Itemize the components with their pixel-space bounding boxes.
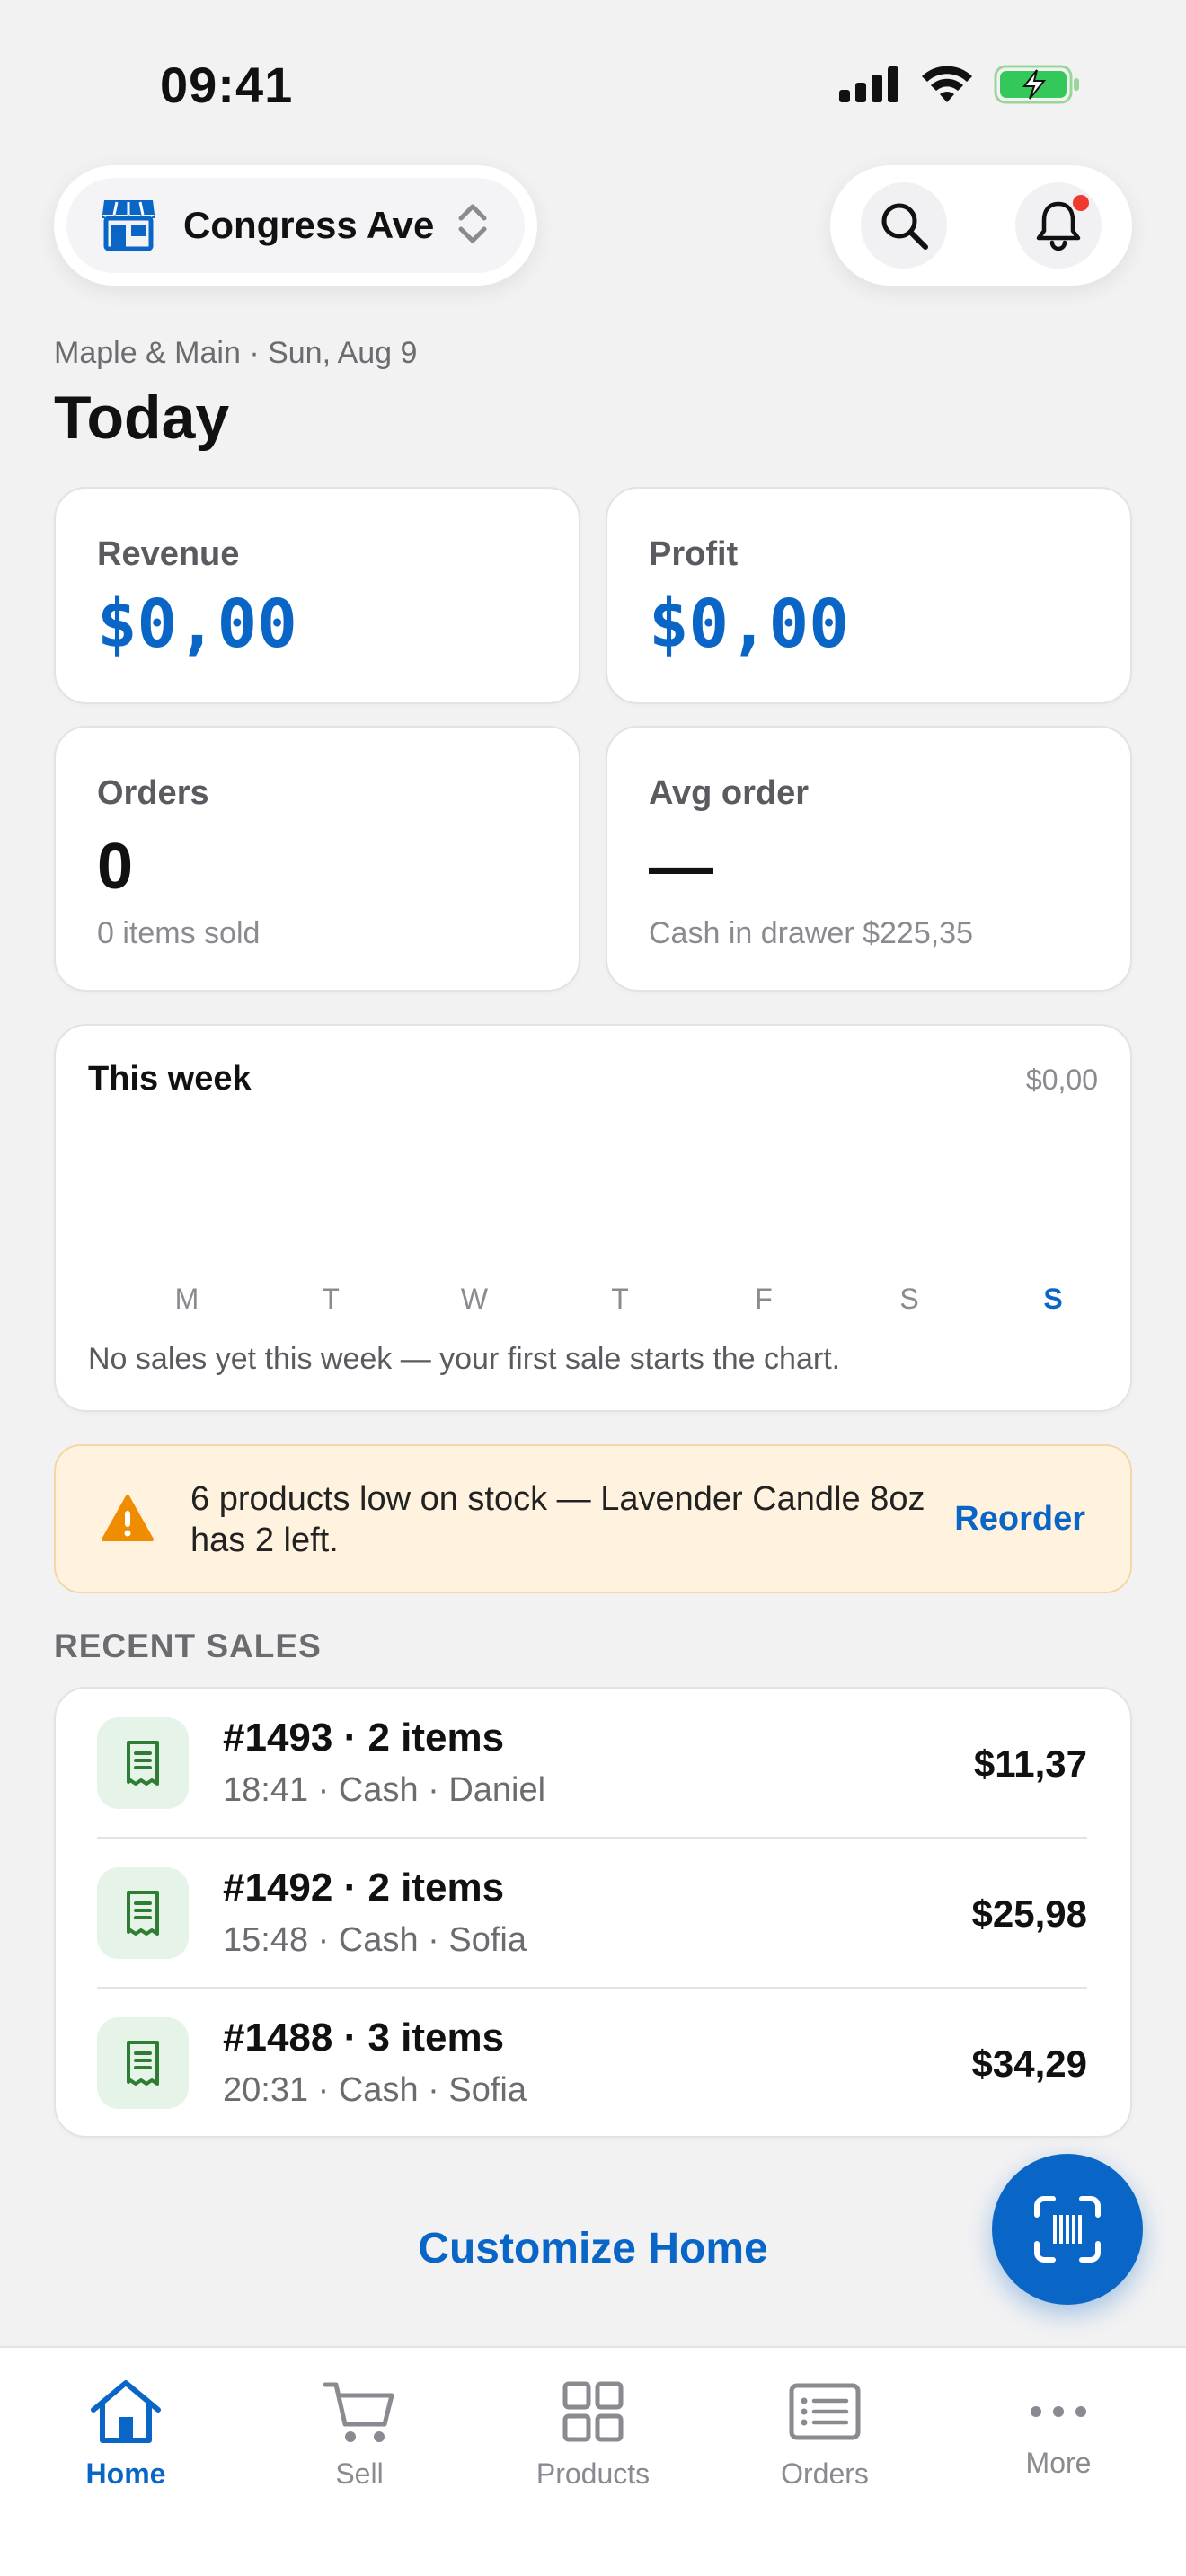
recent-sales-list: #1493 · 2 items 18:41 · Cash · Daniel $1… xyxy=(54,1687,1132,2138)
sale-amount: $34,29 xyxy=(971,2042,1087,2085)
tab-label: Home xyxy=(85,2457,166,2490)
profit-card[interactable]: Profit $0,00 xyxy=(606,487,1132,704)
sale-meta: 20:31 · Cash · Sofia xyxy=(223,2071,527,2109)
grid-icon xyxy=(503,2373,683,2450)
tab-products[interactable]: Products xyxy=(503,2373,683,2491)
profit-value: $0,00 xyxy=(649,586,849,663)
storefront-icon xyxy=(101,197,156,255)
store-name: Congress Ave xyxy=(183,204,435,246)
sale-row[interactable]: #1488 · 3 items 20:31 · Cash · Sofia $34… xyxy=(56,1989,1130,2139)
reorder-button[interactable]: Reorder xyxy=(954,1500,1085,1539)
chevron-updown-icon xyxy=(457,202,488,250)
avg-order-label: Avg order xyxy=(649,774,810,812)
tab-label: Orders xyxy=(781,2457,869,2490)
revenue-card[interactable]: Revenue $0,00 xyxy=(54,487,580,704)
low-stock-alert: 6 products low on stock — Lavender Candl… xyxy=(54,1444,1132,1593)
sale-title: #1488 · 3 items xyxy=(223,2016,505,2060)
revenue-label: Revenue xyxy=(97,535,240,573)
this-week-card[interactable]: This week $0,00 M T W T F S S No sales y… xyxy=(54,1024,1132,1412)
battery-charging-icon xyxy=(994,65,1079,104)
scan-barcode-button[interactable] xyxy=(992,2154,1143,2305)
store-date-subtitle: Maple & Main · Sun, Aug 9 xyxy=(54,336,418,370)
recent-sales-header: RECENT SALES xyxy=(54,1628,322,1664)
status-icons xyxy=(839,65,1080,104)
orders-value: 0 xyxy=(97,831,134,903)
sale-row[interactable]: #1492 · 2 items 15:48 · Cash · Sofia $25… xyxy=(56,1839,1130,1989)
day-label: T xyxy=(611,1283,629,1315)
tab-label: More xyxy=(1025,2447,1092,2479)
day-label: W xyxy=(460,1283,489,1315)
more-icon xyxy=(969,2373,1148,2450)
week-total: $0,00 xyxy=(1025,1063,1098,1096)
orders-label: Orders xyxy=(97,774,209,812)
avg-order-value: — xyxy=(649,831,713,903)
barcode-scan-icon xyxy=(1034,2196,1101,2263)
tab-label: Products xyxy=(535,2457,651,2490)
receipt-icon xyxy=(97,1717,189,1809)
tab-sell[interactable]: Sell xyxy=(270,2373,449,2491)
signal-icon xyxy=(839,66,898,102)
revenue-value: $0,00 xyxy=(97,586,297,663)
week-empty-message: No sales yet this week — your first sale… xyxy=(88,1342,841,1376)
sale-title: #1493 · 2 items xyxy=(223,1716,505,1760)
orders-card[interactable]: Orders 0 0 items sold xyxy=(54,726,580,992)
orders-note: 0 items sold xyxy=(97,916,261,950)
day-label: T xyxy=(322,1283,340,1315)
day-label-today: S xyxy=(1043,1283,1063,1315)
warning-icon xyxy=(102,1495,154,1541)
sale-amount: $11,37 xyxy=(973,1742,1087,1785)
sale-row[interactable]: #1493 · 2 items 18:41 · Cash · Daniel $1… xyxy=(56,1689,1130,1839)
list-icon xyxy=(735,2373,915,2450)
home-icon xyxy=(36,2373,216,2450)
week-title: This week xyxy=(88,1060,252,1098)
day-label: F xyxy=(755,1283,773,1315)
day-label: S xyxy=(899,1283,919,1315)
search-button[interactable] xyxy=(861,182,947,269)
store-selector[interactable]: Congress Ave xyxy=(54,165,537,286)
sale-meta: 15:48 · Cash · Sofia xyxy=(223,1921,527,1959)
header-actions xyxy=(830,165,1132,286)
tab-home[interactable]: Home xyxy=(36,2373,216,2491)
receipt-icon xyxy=(97,2017,189,2109)
notifications-button[interactable] xyxy=(1015,182,1102,269)
low-stock-message: 6 products low on stock — Lavender Candl… xyxy=(190,1480,925,1559)
search-icon xyxy=(881,203,928,250)
receipt-icon xyxy=(97,1867,189,1959)
tab-orders[interactable]: Orders xyxy=(735,2373,915,2491)
tab-label: Sell xyxy=(335,2457,384,2490)
sale-title: #1492 · 2 items xyxy=(223,1866,505,1910)
cart-icon xyxy=(270,2373,449,2450)
avg-order-card[interactable]: Avg order — Cash in drawer $225,35 xyxy=(606,726,1132,992)
tab-bar: Home Sell Products Orders More xyxy=(0,2346,1186,2576)
sale-meta: 18:41 · Cash · Daniel xyxy=(223,1771,546,1809)
page-title: Today xyxy=(54,384,230,452)
status-time: 09:41 xyxy=(160,57,294,113)
profit-label: Profit xyxy=(649,535,739,573)
cash-in-drawer-note: Cash in drawer $225,35 xyxy=(649,916,974,950)
tab-more[interactable]: More xyxy=(969,2373,1148,2480)
sale-amount: $25,98 xyxy=(971,1892,1087,1935)
notification-badge xyxy=(1073,195,1089,211)
wifi-icon xyxy=(922,66,972,102)
day-label: M xyxy=(174,1283,199,1315)
